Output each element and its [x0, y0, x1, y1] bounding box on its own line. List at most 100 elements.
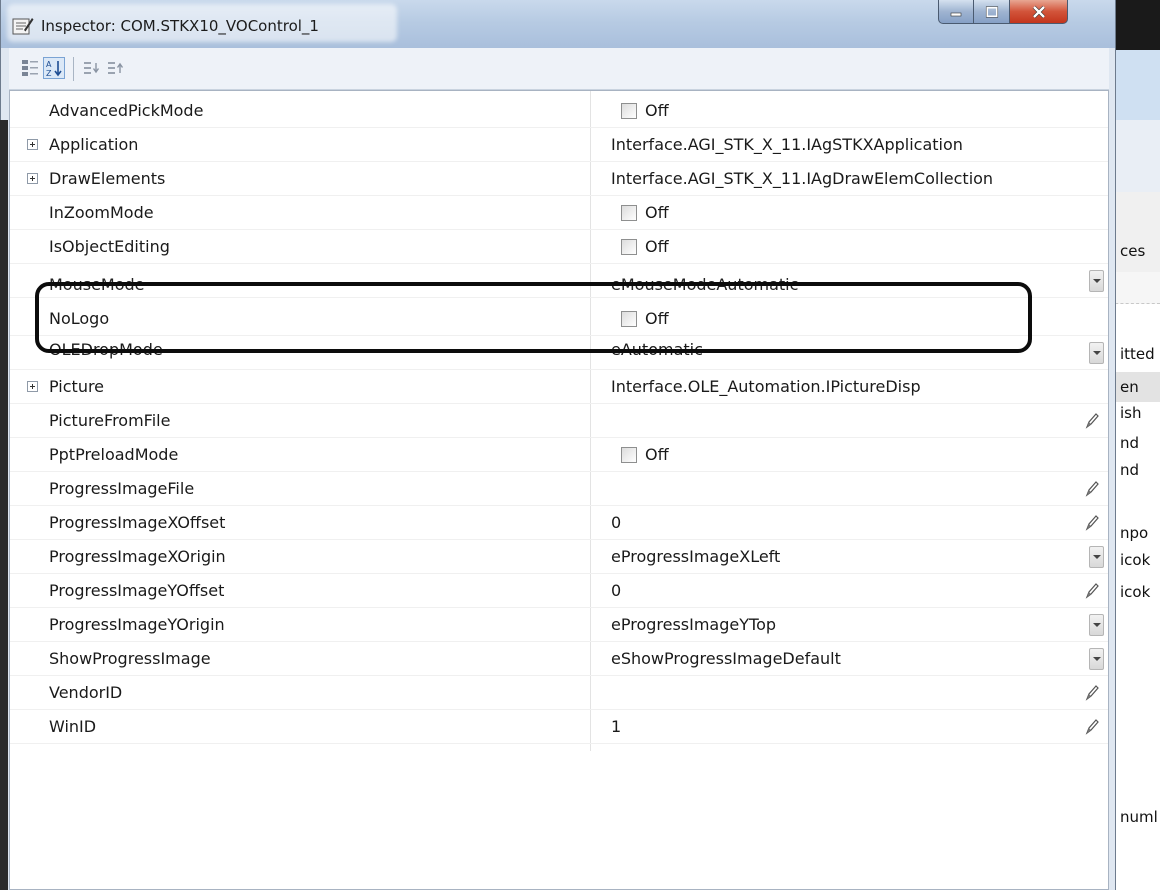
caption-buttons — [938, 0, 1068, 24]
property-value: Interface.AGI_STK_X_11.IAgDrawElemCollec… — [611, 169, 994, 188]
dropdown-button[interactable] — [1089, 648, 1104, 670]
background-text: nd — [1120, 434, 1140, 452]
collapse-all-button[interactable] — [105, 57, 127, 79]
inspector-window: Inspector: COM.STKX10_VOControl_1 A Z Ad… — [0, 0, 1116, 890]
background-ribbon — [1110, 50, 1160, 120]
property-value: Off — [645, 445, 669, 464]
property-value: 1 — [611, 717, 622, 736]
property-row-progressimageyoffset[interactable]: ProgressImageYOffset 0 — [10, 574, 1108, 608]
property-row-application[interactable]: Application Interface.AGI_STK_X_11.IAgST… — [10, 128, 1108, 162]
property-name: ProgressImageXOrigin — [49, 547, 226, 566]
edit-pencil-icon[interactable] — [1084, 718, 1100, 736]
edit-pencil-icon[interactable] — [1084, 514, 1100, 532]
expand-plus-icon[interactable] — [27, 173, 38, 184]
expand-all-button[interactable] — [81, 57, 103, 79]
property-value: Interface.AGI_STK_X_11.IAgSTKXApplicatio… — [611, 135, 963, 154]
checkbox[interactable] — [621, 205, 637, 221]
svg-text:Z: Z — [46, 69, 52, 77]
dropdown-button[interactable] — [1089, 270, 1104, 292]
property-name: ProgressImageFile — [49, 479, 195, 498]
property-value: Off — [645, 203, 669, 222]
edit-pencil-icon[interactable] — [1084, 480, 1100, 498]
property-name: NoLogo — [49, 309, 110, 328]
property-name: AdvancedPickMode — [49, 101, 204, 120]
property-row-progressimagexoffset[interactable]: ProgressImageXOffset 0 — [10, 506, 1108, 540]
close-button[interactable] — [1010, 0, 1068, 24]
dropdown-button[interactable] — [1089, 546, 1104, 568]
minimize-icon — [950, 12, 962, 16]
toolbar-separator — [73, 57, 74, 81]
property-row-progressimageyorigin[interactable]: ProgressImageYOrigin eProgressImageYTop — [10, 608, 1108, 642]
property-value: eProgressImageXLeft — [611, 547, 781, 566]
background-panel-2 — [1110, 192, 1160, 272]
background-text: nd — [1120, 461, 1140, 479]
maximize-icon — [985, 5, 998, 18]
property-name: ProgressImageXOffset — [49, 513, 226, 532]
property-toolbar: A Z — [9, 48, 1109, 90]
dropdown-button[interactable] — [1089, 342, 1104, 364]
property-name: ShowProgressImage — [49, 649, 211, 668]
checkbox[interactable] — [621, 311, 637, 327]
property-row-winid[interactable]: WinID 1 — [10, 710, 1108, 744]
background-text: ish — [1120, 404, 1142, 422]
left-window-edge — [0, 120, 8, 890]
collapse-all-icon — [108, 62, 124, 74]
property-row-showprogressimage[interactable]: ShowProgressImage eShowProgressImageDefa… — [10, 642, 1108, 676]
property-row-advancedpickmode[interactable]: AdvancedPickMode Off — [10, 94, 1108, 128]
property-value: Interface.OLE_Automation.IPictureDisp — [611, 377, 921, 396]
checkbox[interactable] — [621, 447, 637, 463]
property-row-mousemode[interactable]: MouseMode eMouseModeAutomatic — [10, 264, 1108, 298]
property-row-vendorid[interactable]: VendorID — [10, 676, 1108, 710]
edit-pencil-icon[interactable] — [1084, 582, 1100, 600]
property-value: 0 — [611, 513, 622, 532]
property-row-oledropmode[interactable]: OLEDropMode eAutomatic — [10, 336, 1108, 370]
property-name: PptPreloadMode — [49, 445, 179, 464]
background-text: npo — [1120, 524, 1149, 542]
background-application: ces itted en ish nd nd npo icok icok num… — [1110, 0, 1160, 890]
property-row-progressimagexorigin[interactable]: ProgressImageXOrigin eProgressImageXLeft — [10, 540, 1108, 574]
edit-pencil-icon[interactable] — [1084, 684, 1100, 702]
svg-text:A: A — [46, 60, 52, 69]
dropdown-button[interactable] — [1089, 614, 1104, 636]
expand-plus-icon[interactable] — [27, 139, 38, 150]
property-row-picture[interactable]: Picture Interface.OLE_Automation.IPictur… — [10, 370, 1108, 404]
alphabetical-button[interactable]: A Z — [43, 57, 65, 79]
minimize-button[interactable] — [938, 0, 974, 24]
checkbox[interactable] — [621, 239, 637, 255]
maximize-button[interactable] — [974, 0, 1010, 24]
property-value: Off — [645, 237, 669, 256]
categorized-button[interactable] — [19, 57, 41, 79]
property-name: Application — [49, 135, 139, 154]
property-name: OLEDropMode — [49, 340, 163, 359]
background-divider — [1110, 272, 1160, 304]
property-row-pptpreloadmode[interactable]: PptPreloadMode Off — [10, 438, 1108, 472]
expand-plus-icon[interactable] — [27, 381, 38, 392]
property-name: DrawElements — [49, 169, 166, 188]
property-value: eAutomatic — [611, 340, 703, 359]
property-name: InZoomMode — [49, 203, 154, 222]
property-row-drawelements[interactable]: DrawElements Interface.AGI_STK_X_11.IAgD… — [10, 162, 1108, 196]
background-text: ces — [1120, 242, 1146, 260]
background-panel — [1110, 120, 1160, 192]
property-row-isobjectediting[interactable]: IsObjectEditing Off — [10, 230, 1108, 264]
property-value: Off — [645, 309, 669, 328]
close-icon — [1032, 5, 1045, 18]
property-name: MouseMode — [49, 275, 145, 294]
property-name: Picture — [49, 377, 105, 396]
property-row-progressimagefile[interactable]: ProgressImageFile — [10, 472, 1108, 506]
background-text: icok — [1120, 551, 1151, 569]
edit-pencil-icon[interactable] — [1084, 412, 1100, 430]
background-titlebar — [1110, 0, 1160, 50]
property-row-picturefromfile[interactable]: PictureFromFile — [10, 404, 1108, 438]
background-text: itted — [1120, 345, 1155, 363]
alphabetical-sort-icon: A Z — [46, 60, 62, 77]
title-bar[interactable]: Inspector: COM.STKX10_VOControl_1 — [1, 0, 1115, 48]
background-text: icok — [1120, 583, 1151, 601]
property-value: Off — [645, 101, 669, 120]
property-row-nologo[interactable]: NoLogo Off — [10, 302, 1108, 336]
checkbox[interactable] — [621, 103, 637, 119]
window-title: Inspector: COM.STKX10_VOControl_1 — [41, 17, 319, 35]
property-name: ProgressImageYOffset — [49, 581, 225, 600]
property-name: ProgressImageYOrigin — [49, 615, 225, 634]
property-row-inzoommode[interactable]: InZoomMode Off — [10, 196, 1108, 230]
